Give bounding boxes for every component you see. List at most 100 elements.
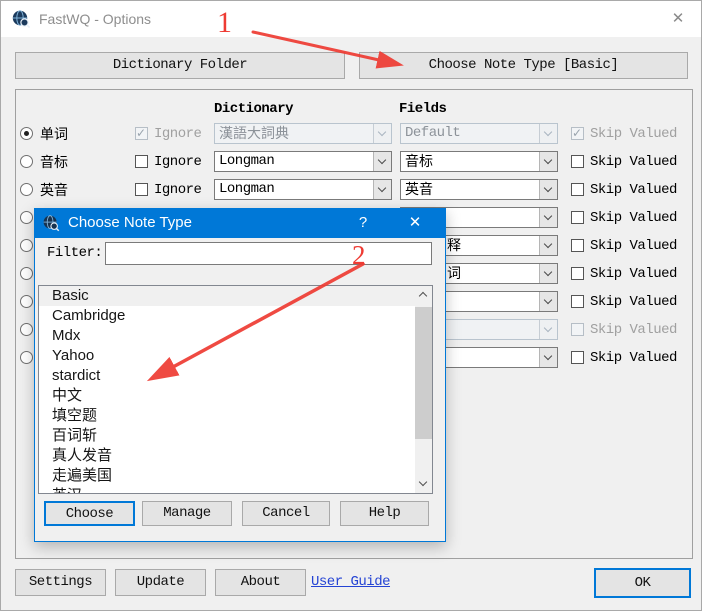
window-close-button[interactable]: ✕ <box>657 1 699 37</box>
chevron-down-icon <box>539 264 557 283</box>
about-button[interactable]: About <box>215 569 306 596</box>
dictionary-value: 漢語大詞典 <box>219 124 289 143</box>
choose-note-type-dialog: Choose Note Type ? ✕ Filter: Basic Cambr… <box>34 208 446 542</box>
row-label: 单词 <box>40 121 68 147</box>
field-value: 释 <box>447 236 461 255</box>
field-select[interactable]: 音标 <box>400 151 558 172</box>
ignore-label: Ignore <box>154 177 201 203</box>
list-item[interactable]: 英汉 <box>39 486 415 494</box>
row-label: 音标 <box>40 149 68 175</box>
skip-valued-checkbox[interactable] <box>571 183 584 196</box>
list-item[interactable]: 中文 <box>39 386 415 406</box>
filter-input[interactable] <box>105 242 432 265</box>
scroll-down-icon[interactable] <box>415 475 432 493</box>
field-value: 词 <box>447 264 461 283</box>
help-button[interactable]: Help <box>340 501 429 526</box>
skip-valued-checkbox[interactable] <box>571 239 584 252</box>
skip-valued-checkbox[interactable] <box>571 351 584 364</box>
list-item[interactable]: 百词斩 <box>39 426 415 446</box>
update-button[interactable]: Update <box>115 569 206 596</box>
globe-search-icon <box>42 214 60 232</box>
choose-note-type-button[interactable]: Choose Note Type [Basic] <box>359 52 688 79</box>
list-item[interactable]: 填空题 <box>39 406 415 426</box>
skip-valued-checkbox[interactable] <box>571 267 584 280</box>
dialog-help-button[interactable]: ? <box>347 208 379 238</box>
field-value: 音标 <box>405 152 433 171</box>
skip-valued-checkbox[interactable] <box>571 295 584 308</box>
list-item[interactable]: 真人发音 <box>39 446 415 466</box>
field-select[interactable]: 英音 <box>400 179 558 200</box>
dictionary-select[interactable]: Longman <box>214 179 392 200</box>
dictionary-select[interactable]: 漢語大詞典 <box>214 123 392 144</box>
options-window: FastWQ - Options ✕ Dictionary Folder Cho… <box>0 0 702 611</box>
chevron-down-icon <box>539 152 557 171</box>
word-radio[interactable] <box>20 127 33 140</box>
british-audio-radio[interactable] <box>20 183 33 196</box>
dict-row-1: 单词 Ignore 漢語大詞典 Default Skip Valued <box>16 121 692 147</box>
row-radio[interactable] <box>20 267 33 280</box>
field-value: Default <box>405 124 460 143</box>
chevron-down-icon <box>539 124 557 143</box>
row-radio[interactable] <box>20 295 33 308</box>
field-select[interactable]: Default <box>400 123 558 144</box>
list-item-selected[interactable]: Basic <box>39 286 415 306</box>
list-item[interactable]: Cambridge <box>39 306 415 326</box>
ignore-label: Ignore <box>154 121 201 147</box>
skip-valued-checkbox[interactable] <box>571 127 584 140</box>
dictionary-select[interactable]: Longman <box>214 151 392 172</box>
window-titlebar: FastWQ - Options ✕ <box>1 1 702 37</box>
ignore-checkbox[interactable] <box>135 155 148 168</box>
scrollbar-thumb[interactable] <box>415 307 432 439</box>
skip-valued-label: Skip Valued <box>590 205 677 231</box>
skip-valued-checkbox[interactable] <box>571 155 584 168</box>
skip-valued-label: Skip Valued <box>590 261 677 287</box>
skip-valued-label: Skip Valued <box>590 233 677 259</box>
skip-valued-checkbox[interactable] <box>571 211 584 224</box>
skip-valued-label: Skip Valued <box>590 177 677 203</box>
ignore-checkbox[interactable] <box>135 183 148 196</box>
ignore-label: Ignore <box>154 149 201 175</box>
row-radio[interactable] <box>20 323 33 336</box>
row-radio[interactable] <box>20 211 33 224</box>
cancel-button[interactable]: Cancel <box>242 501 330 526</box>
choose-button[interactable]: Choose <box>44 501 135 526</box>
skip-valued-checkbox[interactable] <box>571 323 584 336</box>
note-type-list: Basic Cambridge Mdx Yahoo stardict 中文 填空… <box>38 285 433 494</box>
field-value: 英音 <box>405 180 433 199</box>
skip-valued-label: Skip Valued <box>590 121 677 147</box>
manage-button[interactable]: Manage <box>142 501 232 526</box>
globe-search-icon <box>11 9 31 29</box>
ignore-checkbox[interactable] <box>135 127 148 140</box>
skip-valued-label: Skip Valued <box>590 149 677 175</box>
user-guide-link[interactable]: User Guide <box>311 569 390 596</box>
chevron-down-icon <box>373 180 391 199</box>
list-item[interactable]: 走遍美国 <box>39 466 415 486</box>
list-scrollbar[interactable] <box>415 286 432 493</box>
chevron-down-icon <box>539 180 557 199</box>
skip-valued-label: Skip Valued <box>590 317 677 343</box>
dialog-title: Choose Note Type <box>68 208 192 238</box>
row-radio[interactable] <box>20 351 33 364</box>
dialog-close-button[interactable]: ✕ <box>397 208 433 238</box>
dict-row-3: 英音 Ignore Longman 英音 Skip Valued <box>16 177 692 203</box>
settings-button[interactable]: Settings <box>15 569 106 596</box>
list-item[interactable]: Yahoo <box>39 346 415 366</box>
dialog-titlebar: Choose Note Type ? ✕ <box>34 208 446 238</box>
phonetic-radio[interactable] <box>20 155 33 168</box>
ok-button[interactable]: OK <box>594 568 691 598</box>
skip-valued-label: Skip Valued <box>590 345 677 371</box>
dict-row-2: 音标 Ignore Longman 音标 Skip Valued <box>16 149 692 175</box>
list-item[interactable]: stardict <box>39 366 415 386</box>
scroll-up-icon[interactable] <box>415 286 432 304</box>
chevron-down-icon <box>539 320 557 339</box>
dictionary-value: Longman <box>219 152 274 171</box>
chevron-down-icon <box>539 208 557 227</box>
dictionary-folder-button[interactable]: Dictionary Folder <box>15 52 345 79</box>
filter-label: Filter: <box>47 241 102 266</box>
chevron-down-icon <box>539 348 557 367</box>
row-radio[interactable] <box>20 239 33 252</box>
chevron-down-icon <box>373 152 391 171</box>
dictionary-value: Longman <box>219 180 274 199</box>
list-item[interactable]: Mdx <box>39 326 415 346</box>
chevron-down-icon <box>539 236 557 255</box>
